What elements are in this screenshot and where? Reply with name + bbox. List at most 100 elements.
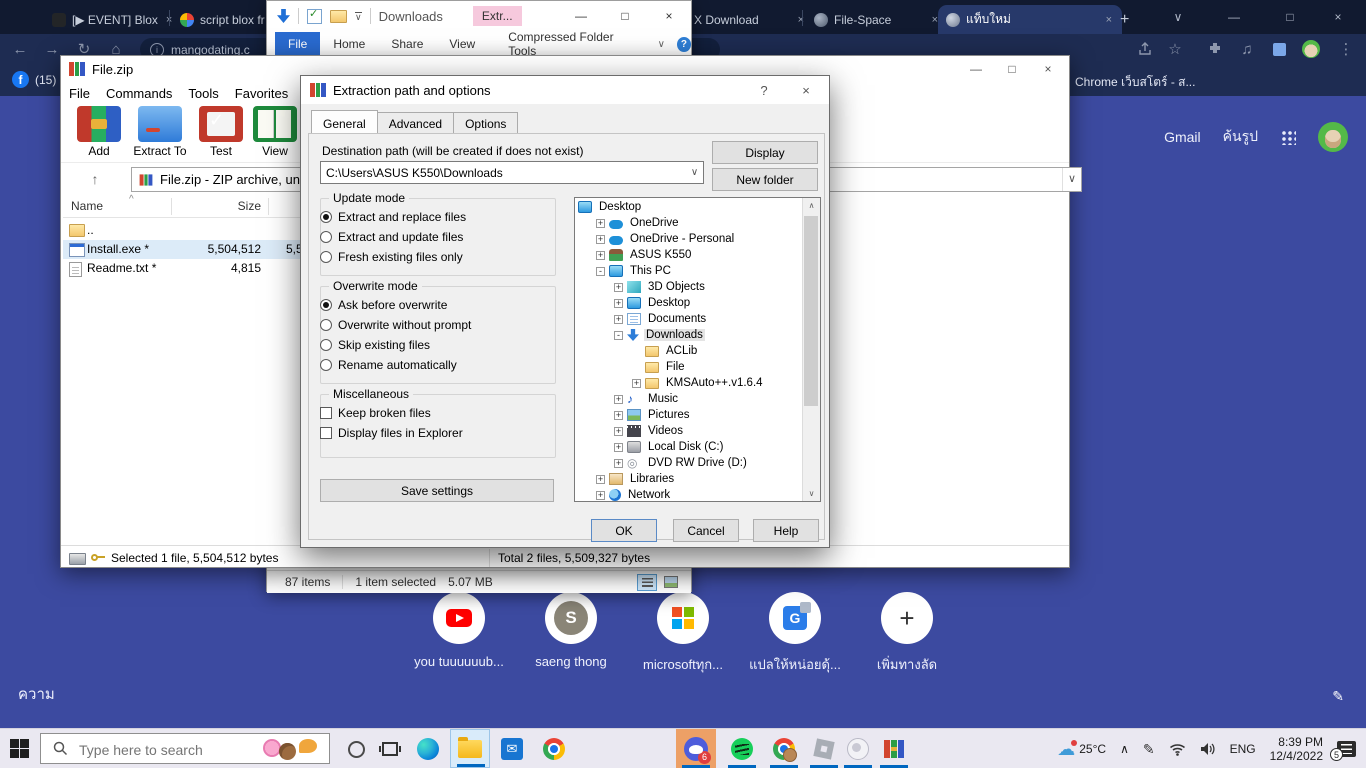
ribbon-tab-view[interactable]: View [436,32,488,56]
gmail-link[interactable]: Gmail [1164,129,1201,145]
tab-new-tab-active[interactable]: แท็บใหม่ × [938,5,1122,34]
taskbar-winrar[interactable] [874,729,914,768]
tree-item-downloads[interactable]: -Downloads [575,327,803,343]
profile-avatar-button[interactable] [1299,37,1323,61]
help-button[interactable]: Help [753,519,819,542]
close-icon[interactable]: × [796,14,806,26]
taskbar-search[interactable] [40,733,330,764]
network-button[interactable] [1169,743,1186,756]
volume-button[interactable] [1200,742,1216,756]
language-indicator[interactable]: ENG [1230,742,1256,756]
expand-icon[interactable]: + [596,235,605,244]
taskbar-discord[interactable]: 6 [676,729,716,768]
ribbon-tab-home[interactable]: Home [320,32,378,56]
back-button[interactable]: ← [8,37,32,61]
radio-checked-icon[interactable] [320,211,332,223]
tab-x-download[interactable]: X Download × [686,5,814,34]
radio-rename-automatically[interactable]: Rename automatically [320,358,457,372]
expand-icon[interactable]: + [614,411,623,420]
scroll-down-icon[interactable]: ∨ [803,486,820,501]
expand-icon[interactable]: + [614,315,623,324]
radio-extract-update[interactable]: Extract and update files [320,230,463,244]
taskbar-chrome[interactable] [534,729,574,768]
scroll-up-icon[interactable]: ∧ [803,198,820,213]
radio-icon[interactable] [320,359,332,371]
radio-checked-icon[interactable] [320,299,332,311]
tree-item-pictures[interactable]: +Pictures [575,407,803,423]
menu-favorites[interactable]: Favorites [235,86,288,101]
dialog-help-button[interactable]: ? [743,76,785,104]
ribbon-tab-file[interactable]: File [275,32,320,56]
contextual-tab-badge[interactable]: Extr... [473,6,522,26]
radio-skip-existing[interactable]: Skip existing files [320,338,430,352]
expand-icon[interactable]: + [596,475,605,484]
radio-fresh-existing[interactable]: Fresh existing files only [320,250,463,264]
winrar-close-button[interactable]: × [1031,58,1065,80]
expand-icon[interactable]: + [596,491,605,500]
extensions-button[interactable] [1203,37,1227,61]
collapse-icon[interactable]: - [614,331,623,340]
new-folder-icon[interactable] [330,10,347,23]
radio-icon[interactable] [320,251,332,263]
ribbon-tab-share[interactable]: Share [378,32,436,56]
tab-event-blox[interactable]: [▶ EVENT] Blox × [44,5,182,34]
checkbox-icon[interactable] [320,427,332,439]
expand-icon[interactable]: + [614,299,623,308]
expand-icon[interactable]: + [614,427,623,436]
sidebar-extension-button[interactable] [1267,37,1291,61]
clock[interactable]: 8:39 PM 12/4/2022 [1270,735,1323,763]
menu-tools[interactable]: Tools [188,86,218,101]
image-search-link[interactable]: ค้นรูป [1223,126,1258,148]
tree-item-desktop[interactable]: Desktop [575,199,803,215]
chevron-down-icon[interactable]: ∨ [686,162,703,183]
bookmark-facebook[interactable]: f (15) [12,71,56,88]
explorer-close-button[interactable]: × [647,1,691,31]
winrar-minimize-button[interactable]: — [959,58,993,80]
search-input[interactable] [77,734,271,765]
radio-ask-before-overwrite[interactable]: Ask before overwrite [320,298,447,312]
taskbar-obs[interactable] [838,729,878,768]
add-button[interactable]: Add [71,106,127,158]
customize-quickaccess-icon[interactable]: ∨ [355,12,362,21]
extract-to-button[interactable]: Extract To [129,106,191,158]
browser-menu-button[interactable]: ⋮ [1334,37,1358,61]
start-button[interactable] [10,739,29,758]
winrar-maximize-button[interactable]: □ [995,58,1029,80]
thumbnail-view-button[interactable] [661,574,681,591]
apps-grid-icon[interactable] [1280,129,1296,145]
radio-icon[interactable] [320,231,332,243]
tree-item-onedrive-personal[interactable]: +OneDrive - Personal [575,231,803,247]
checkbox-keep-broken-files[interactable]: Keep broken files [320,406,431,420]
chevron-down-icon[interactable]: ∨ [1062,168,1081,191]
tree-item-desktop[interactable]: +Desktop [575,295,803,311]
tree-item-aclib[interactable]: ACLib [575,343,803,359]
radio-extract-replace[interactable]: Extract and replace files [320,210,466,224]
tab-general[interactable]: General [311,110,378,135]
expand-icon[interactable]: + [632,379,641,388]
shortcut-translate[interactable]: G แปลให้หน่อยดุ้... [739,592,851,675]
tree-item-file[interactable]: File [575,359,803,375]
tree-item-asus-k550[interactable]: +ASUS K550 [575,247,803,263]
tab-file-space[interactable]: File-Space × [806,5,948,34]
expand-icon[interactable]: + [596,219,605,228]
ribbon-collapse-button[interactable]: ∨ [658,39,665,50]
new-folder-button[interactable]: New folder [712,168,818,191]
browser-minimize-button[interactable]: — [1214,0,1254,34]
collapse-icon[interactable]: - [596,267,605,276]
browser-restore-button[interactable]: □ [1270,0,1310,34]
expand-icon[interactable]: + [614,395,623,404]
tray-overflow-button[interactable]: ∧ [1120,742,1129,756]
task-view-button[interactable] [378,737,402,761]
taskbar-edge[interactable] [408,729,448,768]
expand-icon[interactable]: + [596,251,605,260]
tree-scrollbar[interactable]: ∧ ∨ [802,198,820,501]
menu-file[interactable]: File [69,86,90,101]
column-name[interactable]: Name [71,199,103,213]
save-settings-button[interactable]: Save settings [320,479,554,502]
properties-check-icon[interactable] [307,9,322,24]
checkbox-display-files-explorer[interactable]: Display files in Explorer [320,426,463,440]
tree-item-kmsauto-v1-6-4[interactable]: +KMSAuto++.v1.6.4 [575,375,803,391]
radio-icon[interactable] [320,319,332,331]
tree-item-local-disk-c[interactable]: +Local Disk (C:) [575,439,803,455]
expand-icon[interactable]: + [614,283,623,292]
